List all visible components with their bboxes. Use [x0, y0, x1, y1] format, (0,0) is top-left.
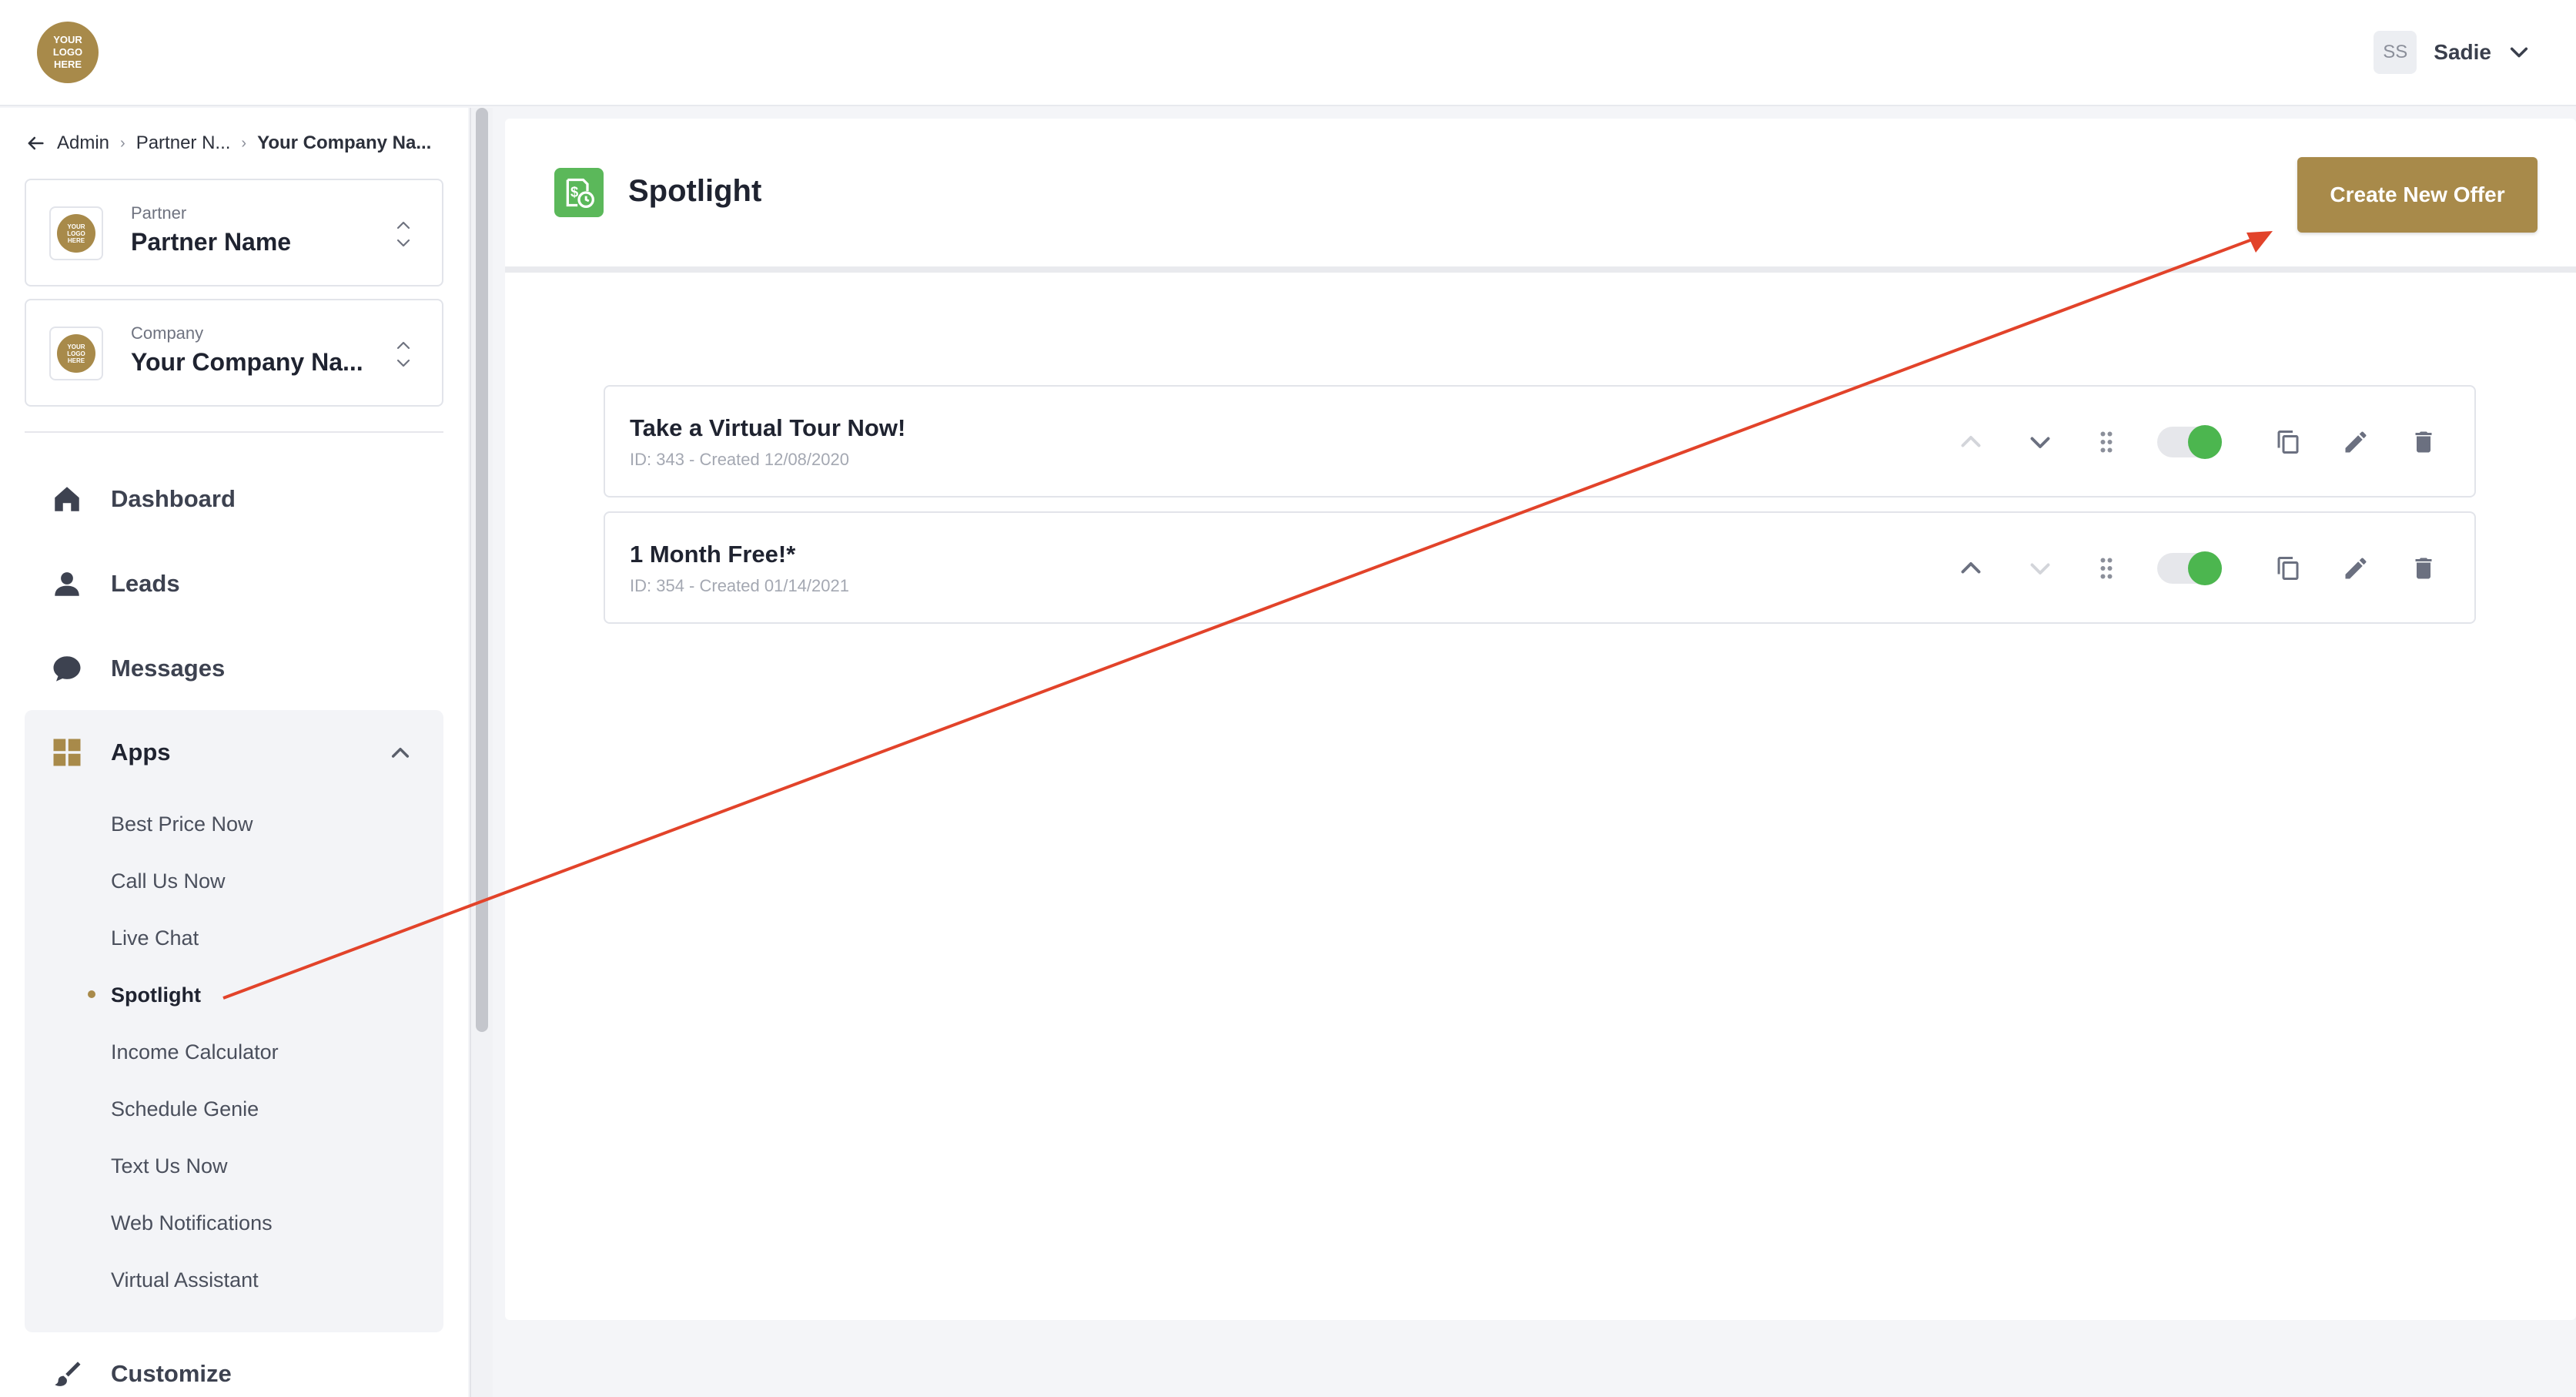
user-menu[interactable]: SS Sadie: [2374, 29, 2530, 75]
move-up-button[interactable]: [1951, 422, 1991, 462]
duplicate-button[interactable]: [2268, 548, 2308, 588]
nav-label: Messages: [111, 655, 226, 682]
sidebar-divider: [25, 431, 443, 433]
offer-row[interactable]: 1 Month Free!* ID: 354 - Created 01/14/2…: [604, 511, 2476, 624]
company-logo[interactable]: YOUR LOGO HERE: [37, 22, 99, 83]
company-selector[interactable]: YOUR LOGO HERE Company Your Company Na..…: [25, 299, 443, 407]
scrollbar-thumb[interactable]: [476, 108, 488, 1032]
main-content: $ Spotlight Create New Offer Take a Virt…: [505, 119, 2576, 1320]
page-header: $ Spotlight Create New Offer: [505, 119, 2576, 273]
back-arrow-icon[interactable]: [25, 132, 46, 154]
chevron-down-icon: [2030, 437, 2050, 448]
app-text-us-now[interactable]: Text Us Now: [111, 1151, 228, 1181]
delete-button[interactable]: [2404, 422, 2444, 462]
pencil-icon: [2345, 431, 2367, 453]
nav-label: Apps: [111, 739, 171, 766]
app-web-notifications[interactable]: Web Notifications: [111, 1208, 273, 1238]
offer-actions: [1951, 422, 2444, 462]
chevron-down-icon: [2030, 563, 2050, 575]
select-updown-icon[interactable]: [394, 216, 413, 253]
company-logo-mark: YOUR LOGO HERE: [57, 334, 95, 373]
app-schedule-genie[interactable]: Schedule Genie: [111, 1094, 259, 1124]
svg-text:$: $: [570, 184, 578, 200]
active-indicator-dot: [88, 990, 95, 998]
move-down-button[interactable]: [2020, 422, 2060, 462]
offer-meta: ID: 354 - Created 01/14/2021: [630, 576, 849, 595]
move-down-button[interactable]: [2020, 548, 2060, 588]
app-best-price-now[interactable]: Best Price Now: [111, 809, 253, 839]
chat-bubble-icon: [53, 656, 81, 682]
trash-icon: [2415, 431, 2432, 453]
offer-row[interactable]: Take a Virtual Tour Now! ID: 343 - Creat…: [604, 385, 2476, 497]
nav-customize[interactable]: Customize: [25, 1337, 443, 1397]
offer-title: 1 Month Free!*: [630, 541, 796, 568]
edit-button[interactable]: [2336, 548, 2376, 588]
toggle-knob: [2188, 551, 2222, 585]
copy-icon: [2277, 430, 2299, 454]
drag-dots-icon: [2100, 431, 2113, 453]
app-live-chat[interactable]: Live Chat: [111, 923, 199, 953]
app-spotlight[interactable]: Spotlight: [111, 980, 201, 1010]
sidebar-scrollbar[interactable]: [470, 108, 493, 1397]
nav-messages[interactable]: Messages: [25, 631, 443, 705]
copy-icon: [2277, 557, 2299, 580]
app-call-us-now[interactable]: Call Us Now: [111, 866, 226, 896]
nav-label: Customize: [111, 1360, 232, 1387]
apps-group: Apps Best Price Now Call Us Now Live Cha…: [25, 710, 443, 1332]
apps-grid-icon: [53, 739, 81, 766]
pencil-icon: [2345, 558, 2367, 579]
breadcrumb-admin[interactable]: Admin: [57, 132, 109, 154]
chevron-up-icon: [1961, 436, 1981, 447]
app-income-calculator[interactable]: Income Calculator: [111, 1037, 279, 1067]
spotlight-icon: $: [554, 168, 604, 217]
edit-button[interactable]: [2336, 422, 2376, 462]
move-up-button[interactable]: [1951, 548, 1991, 588]
nav-apps[interactable]: Apps: [25, 710, 443, 795]
company-mini-logo: YOUR LOGO HERE: [49, 327, 103, 380]
offer-actions: [1951, 548, 2444, 588]
delete-button[interactable]: [2404, 548, 2444, 588]
partner-logo-mark: YOUR LOGO HERE: [57, 214, 95, 253]
nav-label: Leads: [111, 570, 180, 597]
drag-dots-icon: [2100, 558, 2113, 579]
breadcrumb-company: Your Company Na...: [257, 132, 432, 153]
drag-handle[interactable]: [2086, 422, 2126, 462]
partner-logo: YOUR LOGO HERE: [49, 206, 103, 260]
offer-enabled-toggle[interactable]: [2157, 425, 2222, 459]
select-updown-icon[interactable]: [394, 336, 413, 373]
app-virtual-assistant[interactable]: Virtual Assistant: [111, 1265, 259, 1295]
chevron-up-icon: [1961, 562, 1981, 574]
breadcrumb: Admin › Partner N... › Your Company Na..…: [25, 132, 431, 154]
offer-meta: ID: 343 - Created 12/08/2020: [630, 450, 849, 469]
home-icon: [55, 487, 79, 511]
nav-dashboard[interactable]: Dashboard: [25, 462, 443, 536]
duplicate-button[interactable]: [2268, 422, 2308, 462]
avatar[interactable]: SS: [2374, 31, 2417, 74]
company-value: Your Company Na...: [131, 348, 363, 376]
partner-value: Partner Name: [131, 228, 292, 256]
offer-enabled-toggle[interactable]: [2157, 551, 2222, 585]
breadcrumb-partner[interactable]: Partner N...: [136, 132, 231, 154]
breadcrumb-separator: ›: [120, 134, 125, 152]
toggle-knob: [2188, 425, 2222, 459]
top-bar: YOUR LOGO HERE SS Sadie: [0, 0, 2576, 106]
trash-icon: [2415, 558, 2432, 579]
nav-label: Dashboard: [111, 485, 236, 512]
company-label: Company: [131, 323, 204, 343]
drag-handle[interactable]: [2086, 548, 2126, 588]
user-name[interactable]: Sadie: [2434, 40, 2491, 65]
partner-label: Partner: [131, 203, 187, 223]
partner-selector[interactable]: YOUR LOGO HERE Partner Partner Name: [25, 179, 443, 286]
chevron-up-icon[interactable]: [388, 741, 413, 766]
nav-leads[interactable]: Leads: [25, 547, 443, 621]
breadcrumb-separator: ›: [241, 134, 247, 152]
person-icon: [55, 572, 79, 596]
paint-brush-icon: [55, 1362, 81, 1386]
page-title: Spotlight: [628, 174, 762, 208]
offer-title: Take a Virtual Tour Now!: [630, 414, 906, 441]
create-new-offer-button[interactable]: Create New Offer: [2297, 157, 2538, 233]
chevron-down-icon[interactable]: [2508, 42, 2530, 63]
